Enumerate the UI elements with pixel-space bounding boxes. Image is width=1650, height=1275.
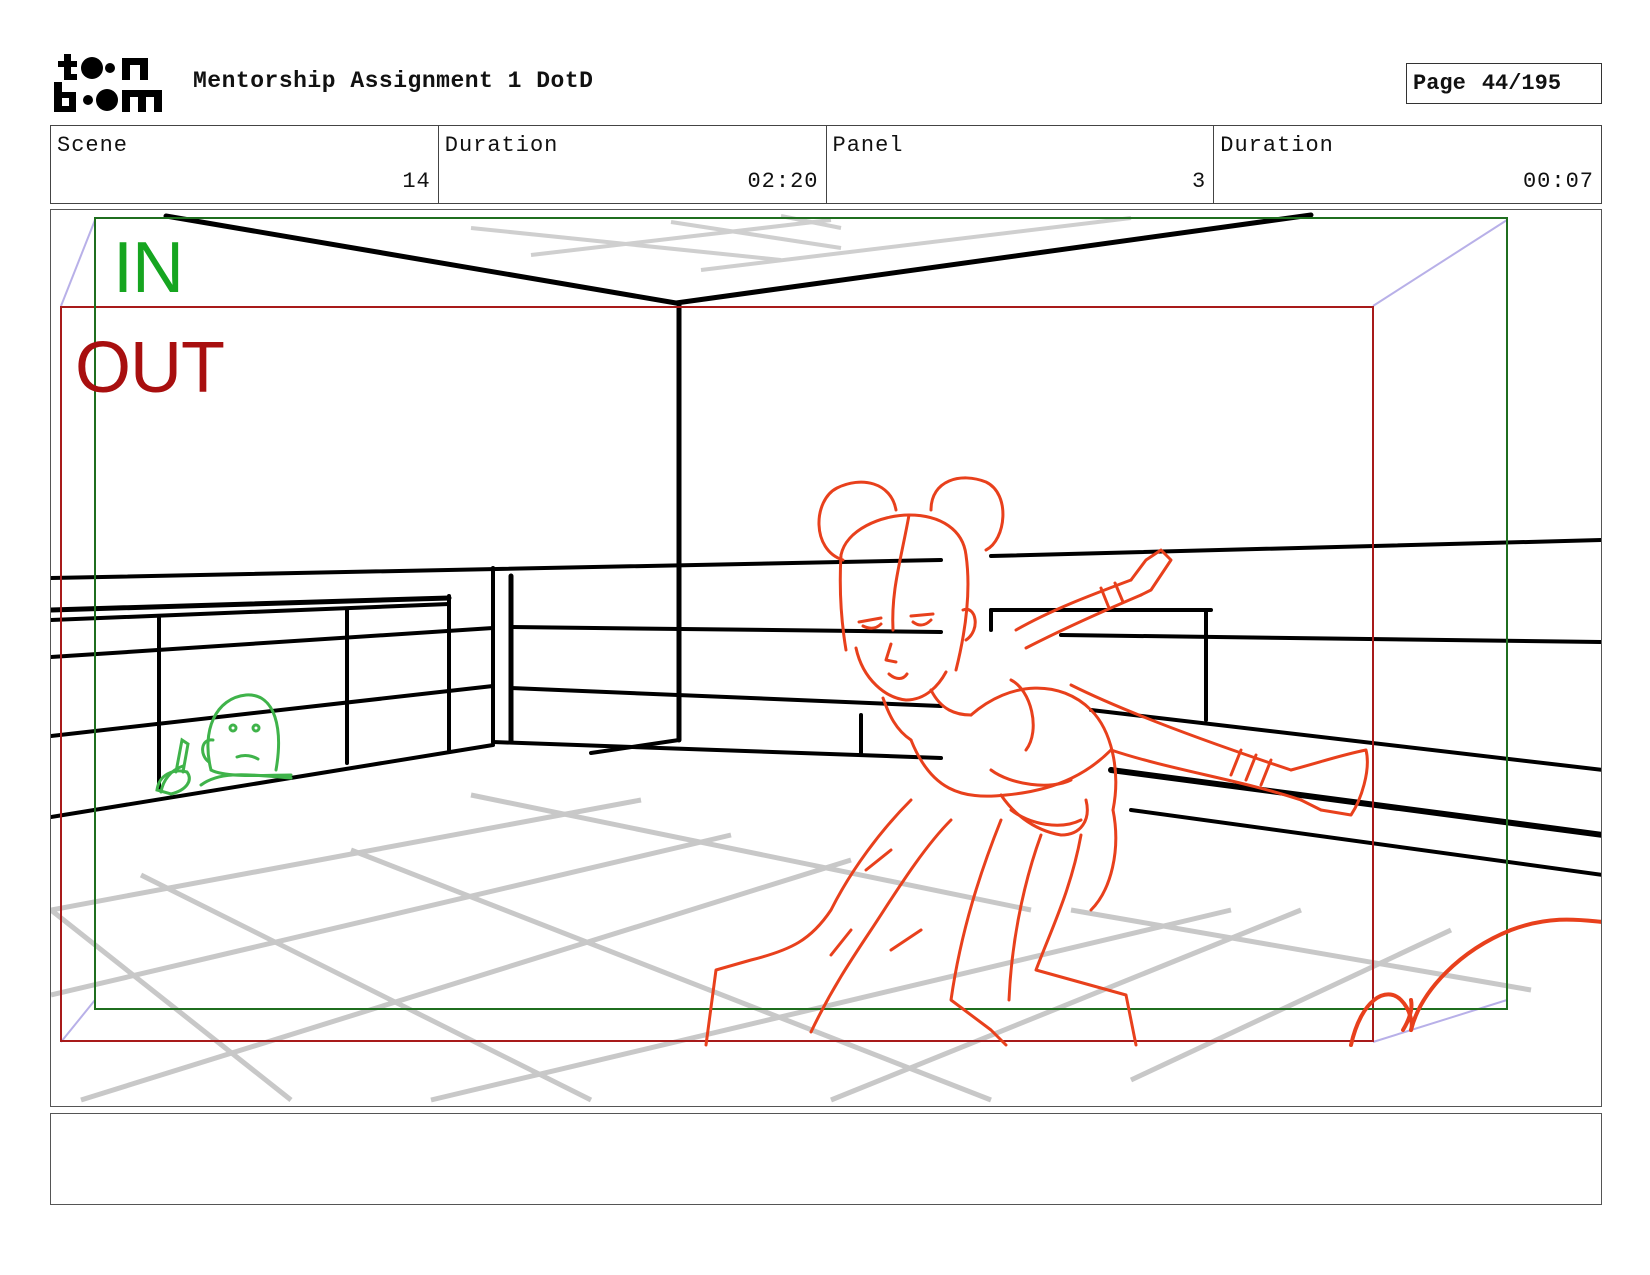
panel-value: 3 [1192, 169, 1207, 194]
panel-notes [50, 1113, 1602, 1205]
toon-boom-logo [52, 52, 167, 114]
scene-duration-cell: Duration 02:20 [439, 126, 827, 203]
page-number: 44/195 [1481, 71, 1562, 96]
panel-duration-cell: Duration 00:07 [1214, 126, 1601, 203]
scene-info-row: Scene 14 Duration 02:20 Panel 3 Duration… [50, 125, 1602, 204]
page-label: Page [1413, 71, 1466, 96]
scene-duration-label: Duration [444, 133, 559, 158]
panel-cell: Panel 3 [827, 126, 1215, 203]
ceiling-grid [470, 214, 1132, 272]
storyboard-panel: IN OUT [50, 209, 1602, 1107]
bystander-sketch [155, 693, 293, 796]
page-indicator: Page 44/195 [1406, 63, 1602, 104]
scene-value: 14 [402, 169, 431, 194]
panel-duration-label: Duration [1220, 133, 1334, 158]
panel-label: Panel [832, 133, 904, 158]
scene-cell: Scene 14 [51, 126, 439, 203]
panel-duration-value: 00:07 [1522, 169, 1594, 194]
panel-sketch [51, 212, 1601, 1103]
scene-duration-value: 02:20 [747, 169, 819, 194]
scene-label: Scene [57, 133, 129, 158]
in-label: IN [113, 228, 184, 308]
document-title: Mentorship Assignment 1 DotD [193, 68, 594, 94]
in-frame [94, 217, 1508, 1010]
out-label: OUT [75, 328, 225, 408]
